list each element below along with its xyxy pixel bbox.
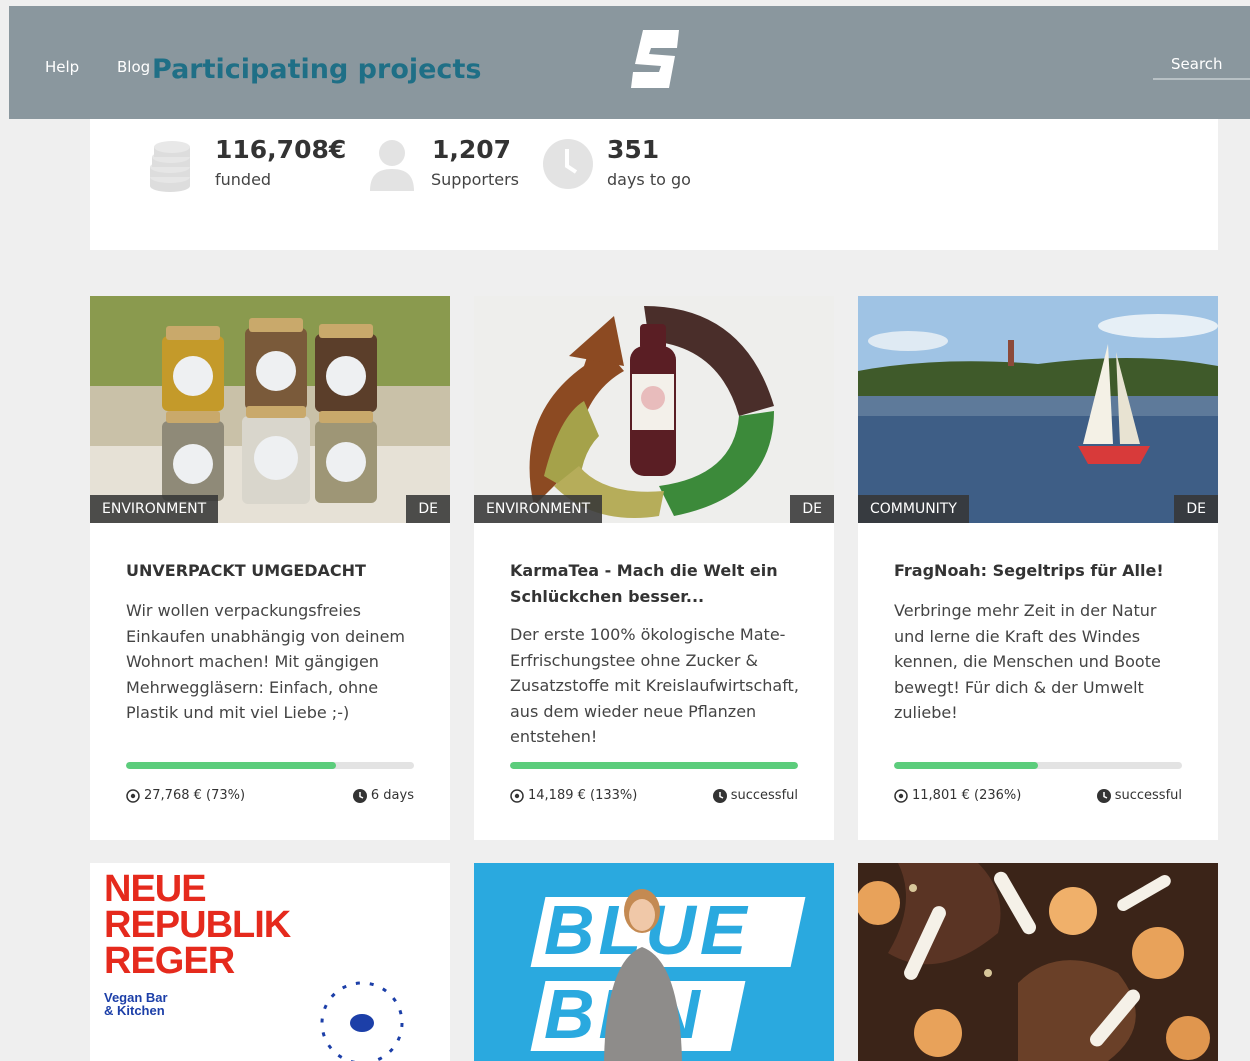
target-icon — [126, 788, 140, 803]
stats-panel: 116,708€ funded 1,207 Supporters 351 day… — [90, 119, 1218, 250]
time-status-text: 6 days — [370, 788, 414, 803]
time-status: 6 days — [352, 788, 414, 803]
project-card[interactable] — [858, 863, 1218, 1061]
site-logo[interactable] — [629, 28, 681, 90]
funding-amount: 11,801 € (236%) — [894, 788, 1021, 803]
time-status: successful — [712, 788, 798, 803]
time-status-text: successful — [1114, 788, 1182, 803]
progress-fill — [510, 762, 798, 769]
target-icon — [510, 788, 524, 803]
stat-funded-label: funded — [215, 170, 272, 189]
category-tag[interactable]: ENVIRONMENT — [474, 495, 603, 523]
person-photo — [604, 889, 682, 1061]
coins-icon — [150, 141, 190, 192]
poster-text: REPUBLIK — [104, 904, 291, 946]
funding-progress-bar — [510, 762, 798, 769]
nav-help-link[interactable]: Help — [45, 58, 79, 76]
project-title[interactable]: FragNoah: Segeltrips für Alle! — [894, 558, 1184, 584]
time-status: successful — [1096, 788, 1182, 803]
project-image[interactable]: ENVIRONMENT DE — [474, 296, 834, 523]
funding-amount: 27,768 € (73%) — [126, 788, 245, 803]
search-input[interactable] — [1153, 50, 1250, 80]
project-card[interactable]: BLUE BEN — [474, 863, 834, 1061]
project-image[interactable]: BLUE BEN — [474, 863, 834, 1061]
funding-amount: 14,189 € (133%) — [510, 788, 637, 803]
project-description: Der erste 100% ökologische Mate-Erfrisch… — [510, 625, 799, 746]
stat-days-value: 351 — [607, 135, 660, 164]
clock-icon — [1096, 788, 1111, 803]
clock-icon — [712, 788, 727, 803]
funding-amount-text: 27,768 € (73%) — [144, 788, 246, 803]
project-image[interactable] — [858, 863, 1218, 1061]
category-tag[interactable]: ENVIRONMENT — [90, 495, 219, 523]
project-description: Wir wollen verpackungsfreies Einkaufen u… — [126, 601, 405, 722]
target-icon — [894, 788, 908, 803]
country-tag: DE — [406, 495, 450, 523]
stat-supporters-value: 1,207 — [432, 135, 512, 164]
stat-days-label: days to go — [607, 170, 691, 189]
progress-fill — [126, 762, 337, 769]
project-image[interactable]: COMMUNITY DE — [858, 296, 1218, 523]
stat-funded-value: 116,708€ — [215, 135, 347, 164]
nav-blog-link[interactable]: Blog — [117, 58, 150, 76]
project-description: Verbringe mehr Zeit in der Natur und ler… — [894, 601, 1161, 722]
site-header: Help Blog Participating projects — [9, 6, 1250, 119]
project-card[interactable]: COMMUNITY DE FragNoah: Segeltrips für Al… — [858, 296, 1218, 840]
funding-progress-bar — [126, 762, 414, 769]
poster-text: NEUE — [104, 868, 207, 910]
clock-icon — [352, 788, 367, 803]
project-image[interactable]: ENVIRONMENT DE — [90, 296, 450, 523]
project-card[interactable]: ENVIRONMENT DE KarmaTea - Mach die Welt … — [474, 296, 834, 840]
funding-amount-text: 11,801 € (236%) — [912, 788, 1022, 803]
category-tag[interactable]: COMMUNITY — [858, 495, 969, 523]
project-title[interactable]: KarmaTea - Mach die Welt ein Schlückchen… — [510, 558, 800, 610]
burger-emblem — [320, 981, 404, 1061]
project-card[interactable]: ENVIRONMENT DE UNVERPACKT UMGEDACHT Wir … — [90, 296, 450, 840]
time-status-text: successful — [730, 788, 798, 803]
project-card[interactable]: NEUE REPUBLIK REGER Vegan Bar & Kitchen — [90, 863, 450, 1061]
project-title[interactable]: UNVERPACKT UMGEDACHT — [126, 558, 416, 584]
funding-progress-bar — [894, 762, 1182, 769]
funding-amount-text: 14,189 € (133%) — [528, 788, 638, 803]
stat-supporters-label: Supporters — [431, 170, 520, 189]
clock-icon — [543, 139, 593, 189]
country-tag: DE — [790, 495, 834, 523]
person-icon — [370, 140, 414, 191]
progress-fill — [894, 762, 1038, 769]
project-image[interactable]: NEUE REPUBLIK REGER Vegan Bar & Kitchen — [90, 863, 450, 1061]
country-tag: DE — [1174, 495, 1218, 523]
poster-subtext: & Kitchen — [104, 1003, 165, 1018]
page-title: Participating projects — [152, 54, 482, 85]
poster-text: REGER — [104, 940, 235, 982]
